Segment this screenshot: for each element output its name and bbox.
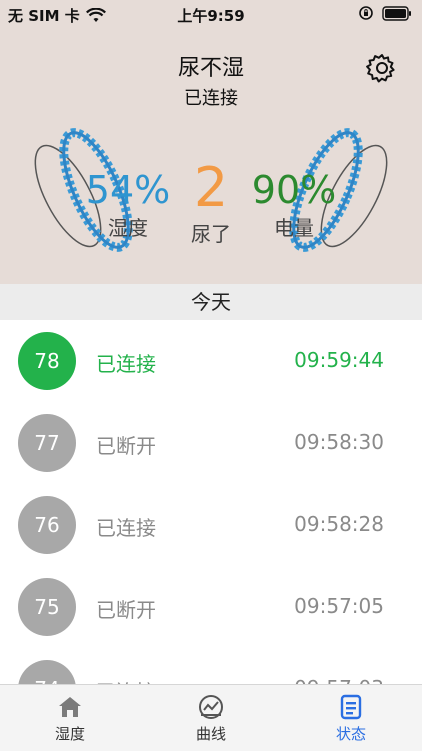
event-id-badge: 75 xyxy=(18,578,76,636)
connection-status: 已连接 xyxy=(184,88,238,109)
list-item[interactable]: 77 已断开 09:58:30 xyxy=(0,402,422,484)
event-id-badge: 77 xyxy=(18,414,76,472)
event-time: 09:59:44 xyxy=(294,348,384,372)
wet-count-label: 尿了 xyxy=(191,222,231,246)
event-time: 09:58:30 xyxy=(294,430,384,454)
list-item[interactable]: 78 已连接 09:59:44 xyxy=(0,320,422,402)
event-id-badge: 76 xyxy=(18,496,76,554)
tab-label: 湿度 xyxy=(54,725,85,743)
event-id-badge: 78 xyxy=(18,332,76,390)
document-icon xyxy=(340,694,362,720)
battery-metric: 90% 电量 xyxy=(250,170,338,241)
wet-count-value: 2 xyxy=(193,156,229,219)
tab-status[interactable]: 状态 xyxy=(301,693,401,744)
orientation-lock-icon xyxy=(359,6,373,20)
battery-label: 电量 xyxy=(274,216,314,240)
tab-curve[interactable]: 曲线 xyxy=(161,693,261,744)
device-header: 尿不湿 已连接 54% 湿度 2 尿了 90% 电量 xyxy=(0,28,422,284)
page-title: 尿不湿 xyxy=(177,56,244,81)
gear-icon[interactable] xyxy=(366,52,398,84)
tab-label: 状态 xyxy=(335,725,366,743)
home-icon xyxy=(59,697,81,717)
event-time: 09:57:05 xyxy=(294,594,384,618)
humidity-value: 54% xyxy=(85,168,171,212)
status-bar: 无 SIM 卡 上午9:59 xyxy=(0,0,422,28)
battery-value: 90% xyxy=(251,168,337,212)
humidity-label: 湿度 xyxy=(108,216,148,240)
list-item[interactable]: 75 已断开 09:57:05 xyxy=(0,566,422,648)
event-list[interactable]: 78 已连接 09:59:44 77 已断开 09:58:30 76 已连接 0… xyxy=(0,320,422,684)
event-time: 09:58:28 xyxy=(294,512,384,536)
tab-label: 曲线 xyxy=(195,725,226,743)
event-id-badge: 74 xyxy=(18,660,76,684)
event-status: 已断开 xyxy=(96,598,156,622)
event-status: 已连接 xyxy=(96,352,156,376)
event-time: 09:57:03 xyxy=(294,676,384,684)
wet-count-metric: 2 尿了 xyxy=(182,160,240,247)
humidity-metric: 54% 湿度 xyxy=(84,170,172,241)
event-status: 已连接 xyxy=(96,676,156,684)
tab-bar: 湿度 曲线 状态 xyxy=(0,684,422,751)
chart-icon xyxy=(199,695,223,719)
list-item[interactable]: 74 已连接 09:57:03 xyxy=(0,648,422,684)
tab-humidity[interactable]: 湿度 xyxy=(20,693,120,744)
event-status: 已断开 xyxy=(96,434,156,458)
event-status: 已连接 xyxy=(96,516,156,540)
battery-icon xyxy=(382,5,411,21)
day-section-header: 今天 xyxy=(0,284,422,320)
list-item[interactable]: 76 已连接 09:58:28 xyxy=(0,484,422,566)
